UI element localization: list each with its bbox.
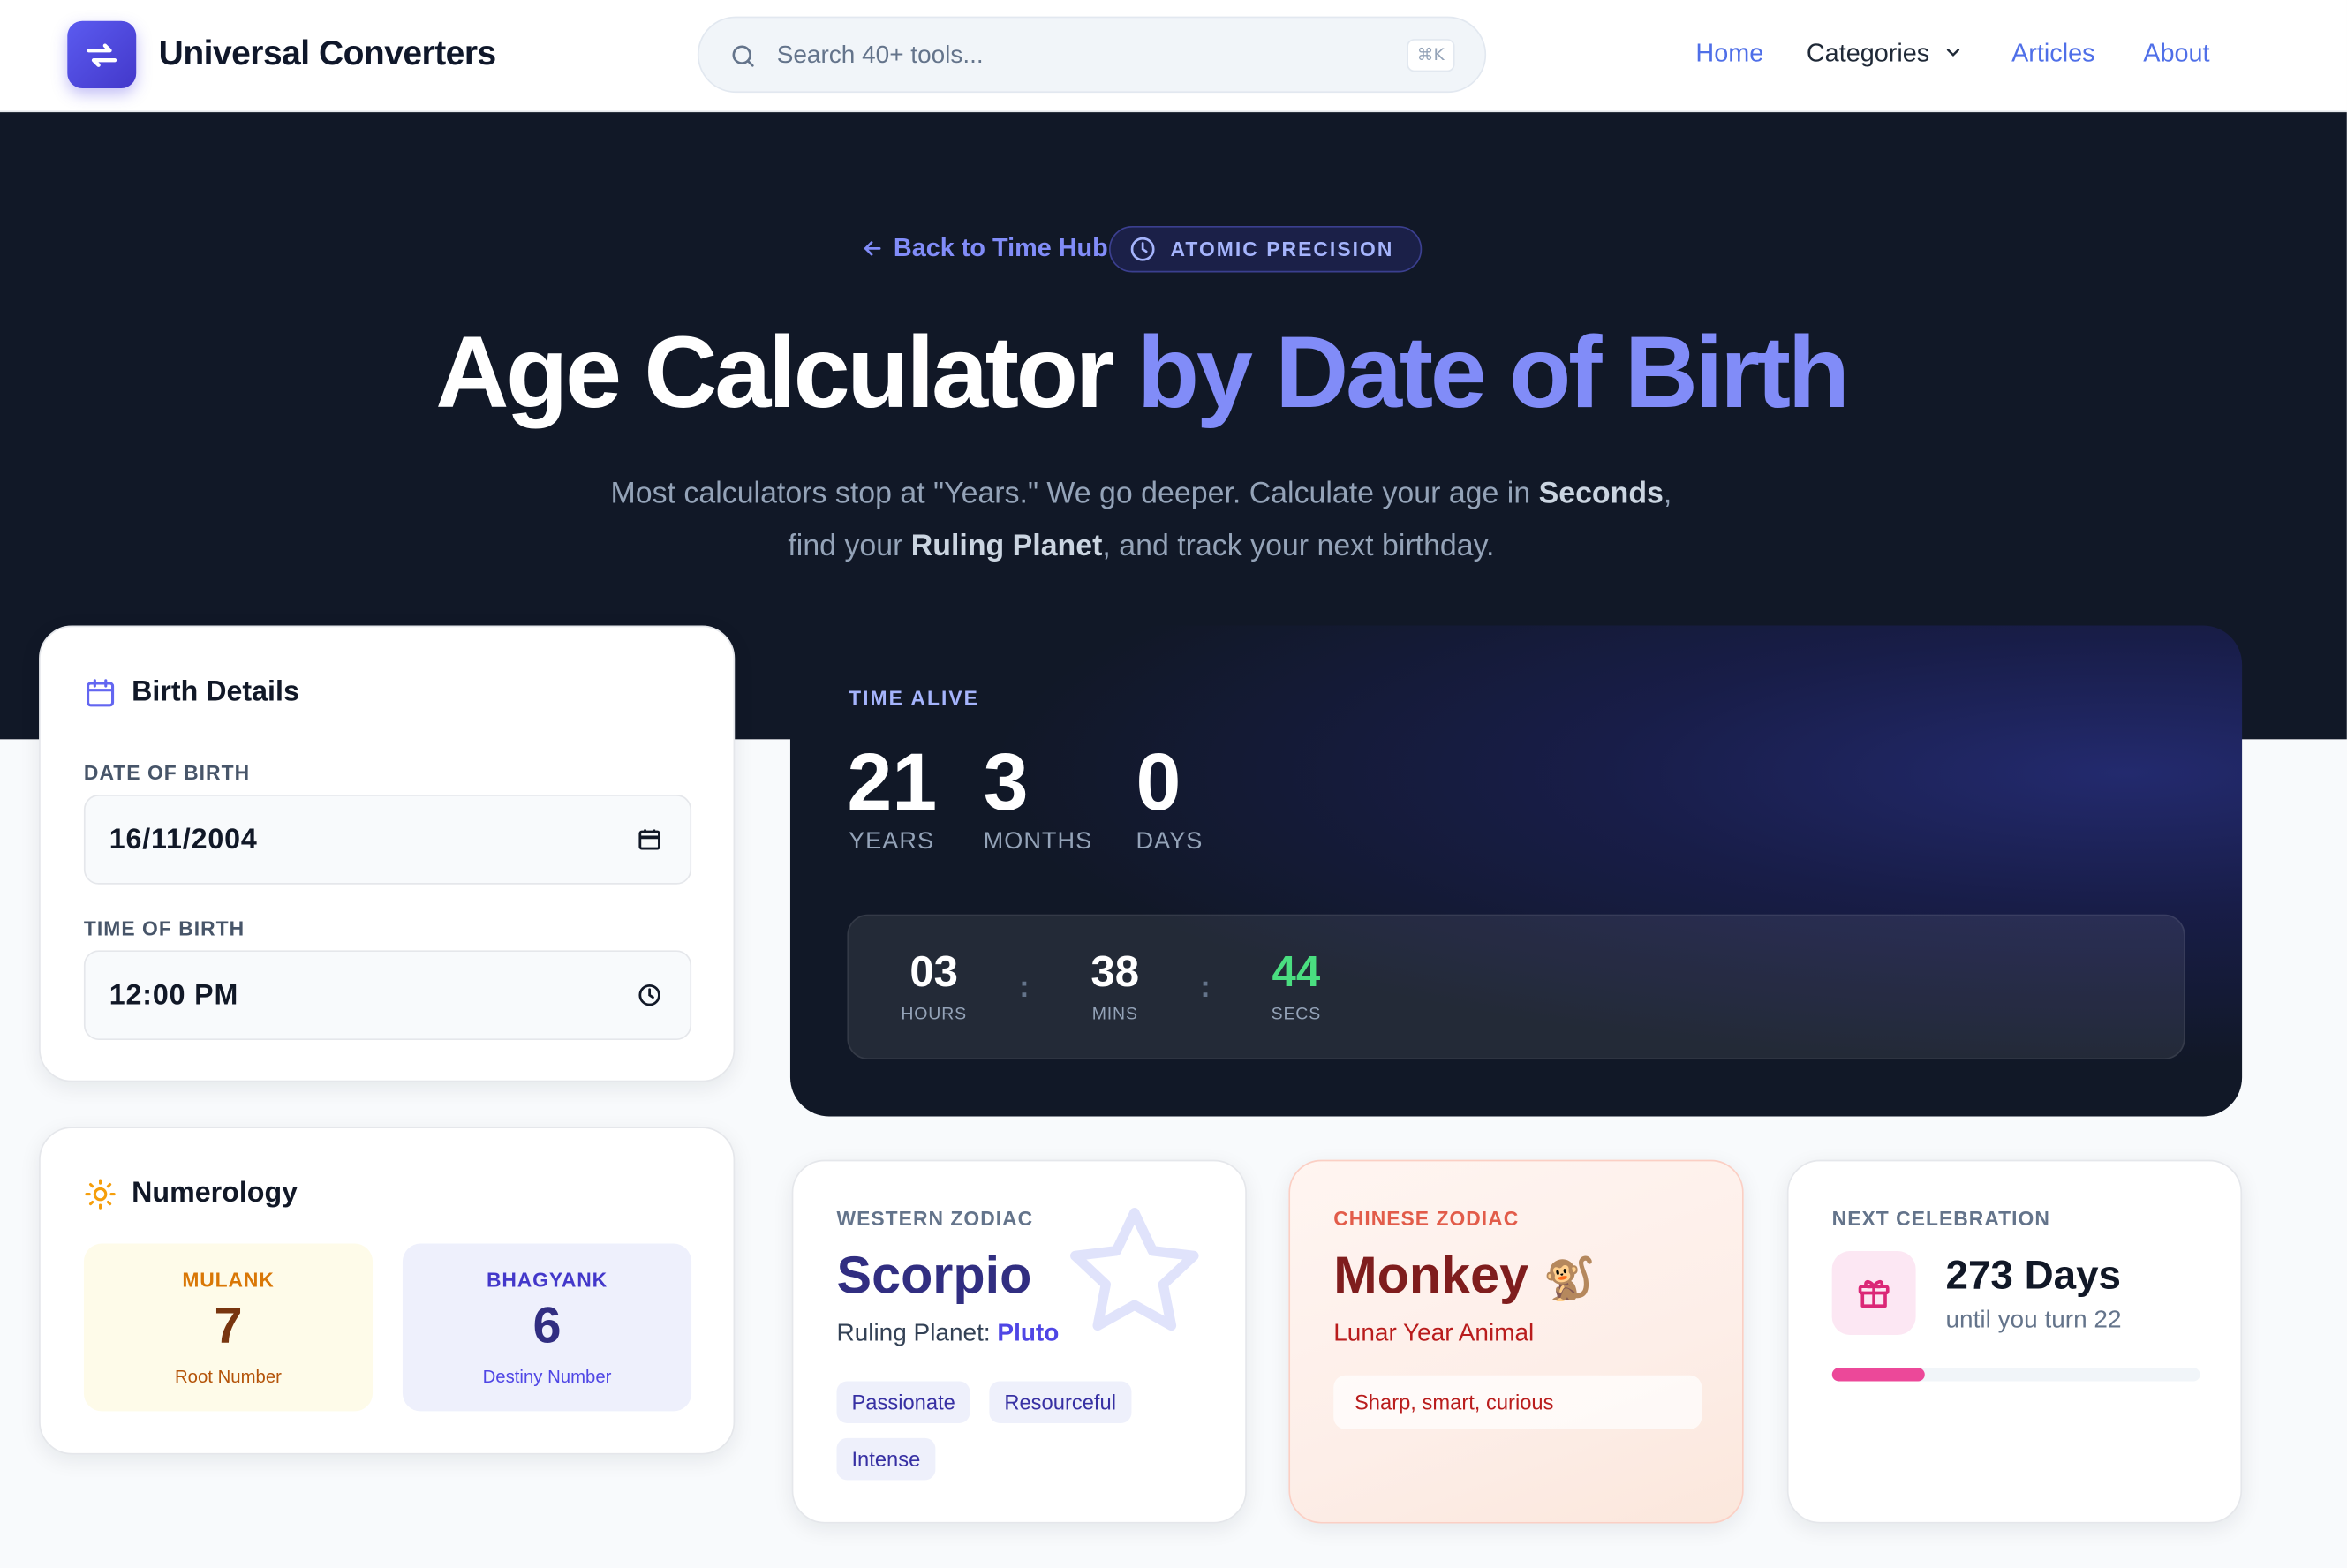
- clock-separator: :: [1200, 971, 1211, 1005]
- calendar-icon: [87, 679, 115, 707]
- years-value: 21: [847, 737, 938, 828]
- western-zodiac-label: WESTERN ZODIAC: [836, 1207, 1034, 1231]
- logo-icon[interactable]: [67, 20, 137, 89]
- celebration-label: NEXT CELEBRATION: [1831, 1207, 2050, 1231]
- arrow-left-icon: [864, 241, 881, 256]
- clock-icon: [1130, 237, 1155, 261]
- time-alive-card: TIME ALIVE 21 YEARS 3 MONTHS 0 DAYS 03 H…: [789, 625, 2243, 1117]
- dob-label: DATE OF BIRTH: [83, 761, 251, 785]
- clock-separator: :: [1019, 971, 1030, 1005]
- mulank-box: MULANK 7 Root Number: [83, 1243, 374, 1412]
- sun-icon: [85, 1179, 116, 1210]
- numerology-title: Numerology: [84, 1178, 298, 1210]
- chinese-traits: Sharp, smart, curious: [1333, 1375, 1702, 1429]
- days-value: 0: [1136, 737, 1181, 828]
- back-link[interactable]: Back to Time Hub: [861, 233, 1108, 263]
- bhagyank-value: 6: [532, 1297, 562, 1354]
- monkey-icon: 🐒: [1543, 1255, 1596, 1302]
- page-title: Age Calculator by Date of Birth: [435, 315, 1850, 430]
- western-zodiac-card: WESTERN ZODIAC Scorpio Ruling Planet: Pl…: [791, 1159, 1247, 1524]
- brand-name[interactable]: Universal Converters: [159, 33, 497, 73]
- hours-label: HOURS: [901, 1006, 967, 1024]
- time-picker-icon[interactable]: [636, 982, 663, 1009]
- months-label: MONTHS: [983, 829, 1093, 855]
- gift-icon: [1831, 1251, 1916, 1335]
- search-icon: [732, 45, 754, 67]
- search-input[interactable]: [776, 35, 1376, 75]
- days-label: DAYS: [1136, 829, 1204, 855]
- tob-label: TIME OF BIRTH: [83, 917, 245, 940]
- trait-tag: Intense: [836, 1437, 936, 1481]
- mins-value: 38: [1090, 948, 1140, 997]
- calendar-picker-icon[interactable]: [636, 826, 663, 854]
- birth-details-title: Birth Details: [84, 676, 299, 709]
- star-icon: [1070, 1208, 1199, 1331]
- birth-details-card: Birth Details DATE OF BIRTH 16/11/2004 T…: [39, 625, 736, 1082]
- precision-badge: ATOMIC PRECISION: [1108, 225, 1423, 273]
- birthday-progress-fill: [1831, 1368, 1924, 1382]
- nav-categories[interactable]: Categories: [1807, 39, 1964, 69]
- days-until-birthday: 273 Days: [1945, 1252, 2122, 1298]
- zodiac-animal: Monkey 🐒: [1333, 1246, 1596, 1306]
- nav-articles[interactable]: Articles: [2011, 39, 2094, 69]
- chevron-down-icon: [1946, 49, 1960, 57]
- live-clock: 03 HOURS : 38 MINS : 44 SECS: [847, 914, 2185, 1060]
- shortcut-hint: ⌘K: [1406, 39, 1455, 72]
- nav-about[interactable]: About: [2143, 39, 2209, 69]
- time-alive-label: TIME ALIVE: [849, 687, 979, 710]
- dob-field[interactable]: 16/11/2004: [83, 795, 692, 885]
- chinese-zodiac-label: CHINESE ZODIAC: [1333, 1207, 1520, 1231]
- hours-value: 03: [909, 948, 959, 997]
- trait-tag: Passionate: [836, 1381, 970, 1423]
- secs-value: 44: [1272, 948, 1321, 997]
- bhagyank-box: BHAGYANK 6 Destiny Number: [402, 1243, 692, 1412]
- months-value: 3: [983, 737, 1029, 828]
- years-label: YEARS: [849, 829, 935, 855]
- nav-home[interactable]: Home: [1695, 39, 1763, 69]
- celebration-card: NEXT CELEBRATION 273 Days until you turn…: [1786, 1159, 2243, 1524]
- mins-label: MINS: [1091, 1006, 1138, 1024]
- birthday-progress-bar: [1831, 1368, 2200, 1382]
- trait-tag: Resourceful: [989, 1381, 1131, 1423]
- secs-label: SECS: [1271, 1006, 1322, 1024]
- numerology-card: Numerology MULANK 7 Root Number BHAGYANK…: [39, 1127, 736, 1455]
- celebration-caption: until you turn 22: [1945, 1306, 2122, 1334]
- search-bar[interactable]: ⌘K: [697, 16, 1487, 94]
- top-header: Universal Converters ⌘K Home Categories …: [0, 0, 2347, 113]
- lunar-caption: Lunar Year Animal: [1333, 1319, 1535, 1347]
- mulank-value: 7: [214, 1297, 243, 1354]
- zodiac-sign: Scorpio: [836, 1246, 1032, 1306]
- chinese-zodiac-card: CHINESE ZODIAC Monkey 🐒 Lunar Year Anima…: [1288, 1159, 1744, 1524]
- page-subtitle: Most calculators stop at "Years." We go …: [610, 477, 1672, 563]
- ruling-planet: Ruling Planet: Pluto: [836, 1319, 1060, 1347]
- tob-field[interactable]: 12:00 PM: [83, 950, 692, 1041]
